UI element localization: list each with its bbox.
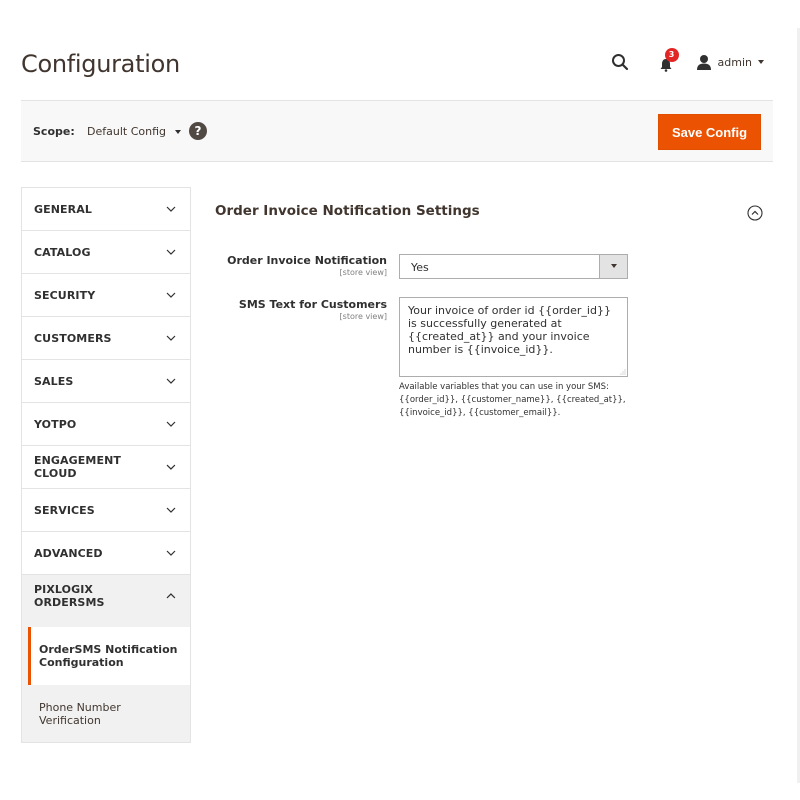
chevron-down-icon bbox=[166, 292, 176, 298]
header-actions: 3 admin bbox=[608, 48, 764, 74]
sidebar-tab-label: ADVANCED bbox=[34, 546, 103, 560]
order-invoice-notification-label: Order Invoice Notification [store view] bbox=[215, 254, 387, 277]
sidebar-tab-label: GENERAL bbox=[34, 202, 92, 216]
section-title[interactable]: Order Invoice Notification Settings bbox=[215, 203, 480, 219]
scope-value: Default Config bbox=[87, 125, 166, 138]
sms-text-textarea[interactable]: Your invoice of order id {{order_id}} is… bbox=[399, 297, 628, 377]
sidebar-tab-label: SALES bbox=[34, 374, 74, 388]
sidebar-tab-pixlogix-ordersms[interactable]: PIXLOGIX ORDERSMS bbox=[22, 575, 190, 618]
sidebar-tab-label: SECURITY bbox=[34, 288, 96, 302]
sidebar-tab-label: PIXLOGIX ORDERSMS bbox=[34, 583, 105, 609]
chevron-down-icon bbox=[166, 249, 176, 255]
chevron-down-icon bbox=[166, 378, 176, 384]
sidebar-tab-sales[interactable]: SALES bbox=[22, 360, 190, 403]
save-config-button[interactable]: Save Config bbox=[658, 114, 761, 150]
scope-bar: Scope: Default Config ? Save Config bbox=[21, 100, 773, 162]
dropdown-arrow-icon bbox=[599, 255, 627, 278]
chevron-down-icon bbox=[758, 60, 764, 64]
select-value: Yes bbox=[411, 261, 429, 274]
sidebar-tab-label: ENGAGEMENT CLOUD bbox=[34, 454, 121, 480]
field-scope: [store view] bbox=[339, 312, 387, 321]
sidebar-tab-yotpo[interactable]: YOTPO bbox=[22, 403, 190, 446]
chevron-down-icon bbox=[166, 206, 176, 212]
sms-variables-note: Available variables that you can use in … bbox=[399, 382, 626, 418]
sidebar-tab-label: CUSTOMERS bbox=[34, 331, 112, 345]
collapse-section-icon[interactable] bbox=[747, 205, 763, 221]
chevron-down-icon bbox=[166, 507, 176, 513]
user-icon bbox=[696, 55, 711, 70]
resize-handle-icon[interactable] bbox=[620, 369, 626, 375]
subnav-item-ordersms-notification-configuration[interactable]: OrderSMS Notification Configuration bbox=[28, 627, 190, 685]
search-icon[interactable] bbox=[608, 50, 632, 74]
chevron-down-icon bbox=[166, 550, 176, 556]
subnav-item-label: Phone Number Verification bbox=[39, 701, 121, 727]
notification-count-badge: 3 bbox=[664, 48, 679, 62]
sidebar-tab-label: YOTPO bbox=[34, 417, 77, 431]
sidebar-tab-label: SERVICES bbox=[34, 503, 95, 517]
chevron-down-icon bbox=[166, 421, 176, 427]
subnav-item-label: OrderSMS Notification Configuration bbox=[39, 643, 178, 669]
sms-text-label: SMS Text for Customers [store view] bbox=[215, 298, 387, 321]
scope-switcher[interactable]: Default Config bbox=[87, 125, 181, 138]
scope-label: Scope: bbox=[33, 125, 75, 138]
sidebar-tab-label: CATALOG bbox=[34, 245, 91, 259]
sidebar-tab-services[interactable]: SERVICES bbox=[22, 489, 190, 532]
chevron-down-icon bbox=[174, 129, 181, 134]
sidebar-tab-security[interactable]: SECURITY bbox=[22, 274, 190, 317]
field-scope: [store view] bbox=[339, 268, 387, 277]
sidebar-tab-catalog[interactable]: CATALOG bbox=[22, 231, 190, 274]
chevron-down-icon bbox=[166, 335, 176, 341]
user-menu[interactable]: admin bbox=[696, 54, 764, 70]
config-sidebar: GENERAL CATALOG SECURITY CUSTOMERS SALES… bbox=[21, 187, 191, 618]
field-label: SMS Text for Customers bbox=[238, 298, 387, 311]
help-icon[interactable]: ? bbox=[189, 122, 207, 140]
user-name: admin bbox=[717, 55, 752, 69]
sidebar-subnav: OrderSMS Notification Configuration Phon… bbox=[21, 617, 191, 743]
chevron-down-icon bbox=[166, 464, 176, 470]
order-invoice-notification-select[interactable]: Yes bbox=[399, 254, 628, 279]
field-label: Order Invoice Notification bbox=[227, 254, 387, 267]
subnav-item-phone-number-verification[interactable]: Phone Number Verification bbox=[28, 701, 190, 727]
sidebar-tab-general[interactable]: GENERAL bbox=[22, 188, 190, 231]
sidebar-tab-advanced[interactable]: ADVANCED bbox=[22, 532, 190, 575]
chevron-up-icon bbox=[166, 593, 176, 599]
sidebar-tab-engagement-cloud[interactable]: ENGAGEMENT CLOUD bbox=[22, 446, 190, 489]
page-title: Configuration bbox=[21, 50, 180, 78]
sidebar-tab-customers[interactable]: CUSTOMERS bbox=[22, 317, 190, 360]
notifications-button[interactable]: 3 bbox=[656, 48, 679, 73]
